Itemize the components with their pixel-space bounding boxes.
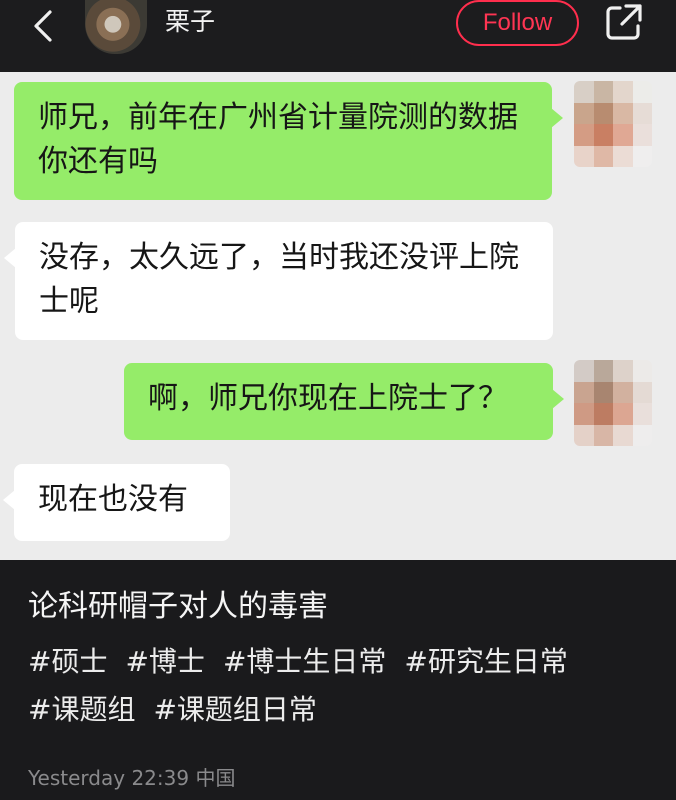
message-bubble-received: 现在也没有 [3,464,230,541]
hashtag[interactable]: #课题组 [28,693,135,726]
hashtag[interactable]: #博士生日常 [223,645,386,678]
back-chevron-icon[interactable] [28,6,58,46]
message-bubble-received: 没存，太久远了，当时我还没评上院士呢 [4,222,553,340]
hashtag[interactable]: #研究生日常 [404,645,567,678]
username[interactable]: 栗子 [165,4,215,40]
message-bubble-sent: 师兄，前年在广州省计量院测的数据你还有吗 [14,82,563,200]
blurred-avatar-icon [574,360,652,446]
post-location: 中国 [195,766,236,790]
hashtag[interactable]: #课题组日常 [153,693,316,726]
post-meta: Yesterday 22:39 中国 [28,764,235,792]
hashtag[interactable]: #硕士 [28,645,107,678]
top-bar: 栗子 Follow [0,0,676,72]
chat-screenshot: 师兄，前年在广州省计量院测的数据你还有吗 没存，太久远了，当时我还没评上院士呢 … [0,72,676,560]
follow-button[interactable]: Follow [456,0,579,46]
hashtag-list: #硕士 #博士 #博士生日常 #研究生日常 #课题组 #课题组日常 [28,638,658,734]
post-caption: 论科研帽子对人的毒害 #硕士 #博士 #博士生日常 #研究生日常#课题组 #课题组日常 … [0,560,676,800]
post-title: 论科研帽子对人的毒害 [28,589,328,624]
message-bubble-sent: 啊，师兄你现在上院士了？ [124,363,564,440]
post-timestamp: Yesterday 22:39 [28,766,190,790]
avatar[interactable] [85,0,147,54]
share-icon[interactable] [604,2,644,42]
hashtag[interactable]: #博士 [125,645,204,678]
blurred-avatar-icon [574,81,652,167]
